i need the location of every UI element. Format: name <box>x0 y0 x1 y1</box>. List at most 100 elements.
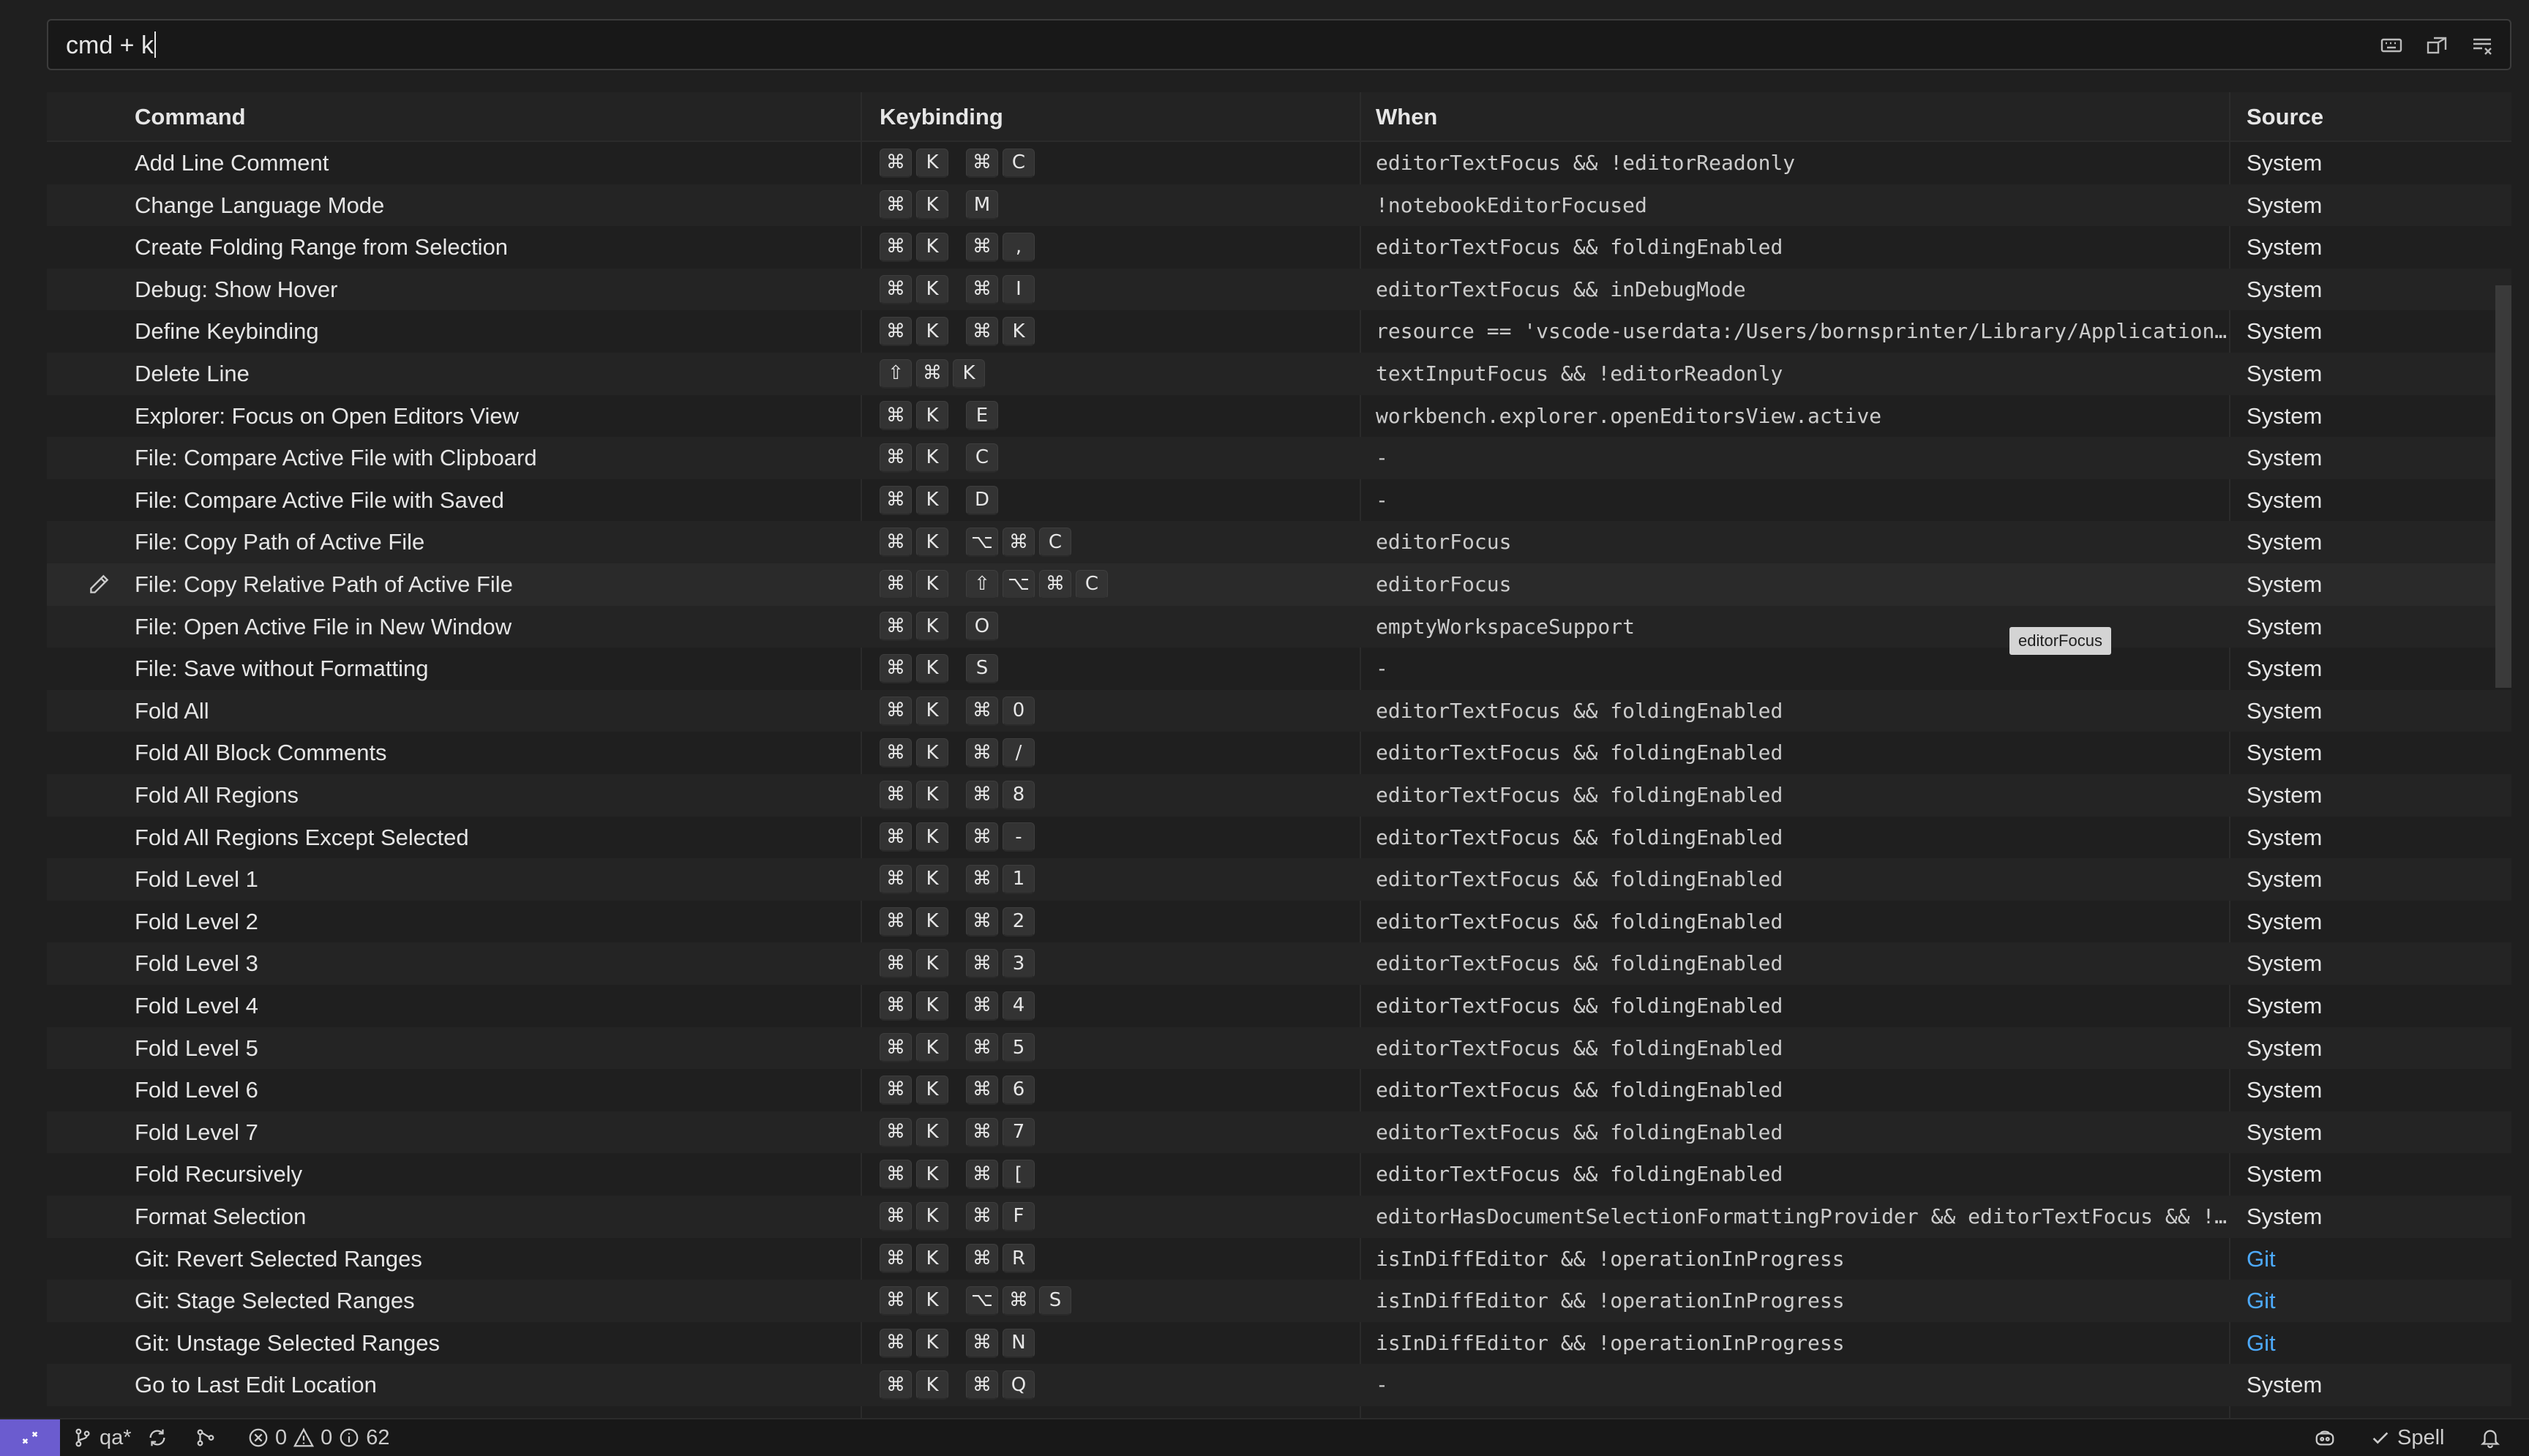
key-cap: ⌘ <box>916 359 948 389</box>
source-label: System <box>2247 908 2323 934</box>
key-cap: K <box>916 1328 948 1358</box>
table-row[interactable]: Git: Stage Selected Ranges ⌘ K ⌥ ⌘ SisInDiffE… <box>47 1280 2511 1322</box>
sync-icon[interactable] <box>146 1427 168 1449</box>
table-row[interactable]: Change Language Mode ⌘ K M !notebookEditorFo… <box>47 184 2511 227</box>
key-chord: ⌘ K <box>880 653 948 683</box>
key-chord: ⌘ K <box>880 528 948 558</box>
sort-by-precedence-icon[interactable] <box>2422 31 2451 60</box>
source-label: System <box>2247 1204 2323 1229</box>
column-header-when[interactable]: When <box>1376 102 1437 132</box>
scrollbar[interactable] <box>2495 142 2511 1418</box>
table-row[interactable]: Format Selection ⌘ K ⌘ FeditorHasDocumentSel… <box>47 1196 2511 1238</box>
table-row[interactable]: Fold Level 1 ⌘ K ⌘ 1 editorTextFocus && foldi… <box>47 858 2511 901</box>
table-row[interactable]: Git: Revert Selected Ranges ⌘ K ⌘ RisInDiffE… <box>47 1238 2511 1280</box>
column-header-keybinding[interactable]: Keybinding <box>880 102 1003 132</box>
keybinding-cell: ⌘ K ⌘ R <box>880 1238 1363 1280</box>
key-cap: ⌘ <box>880 991 912 1021</box>
keybinding-cell: ⌘ K ⌘ 1 <box>880 858 1363 901</box>
column-header-command[interactable]: Command <box>135 102 246 132</box>
key-chord: C <box>966 443 998 473</box>
key-chord: ⌘ 2 <box>966 907 1035 937</box>
table-row[interactable]: File: Copy Path of Active File ⌘ K ⌥ ⌘ Cedito… <box>47 521 2511 563</box>
table-row[interactable]: Explorer: Focus on Open Editors View ⌘ K Ew… <box>47 395 2511 438</box>
key-chord: ⌘, <box>966 232 1035 262</box>
record-keys-icon[interactable] <box>2377 31 2406 60</box>
key-cap: ⌘ <box>880 864 912 894</box>
key-cap: ⌘ <box>966 822 998 852</box>
key-cap: K <box>916 148 948 178</box>
key-chord: ⌘ K <box>880 148 948 178</box>
git-graph-status[interactable] <box>195 1419 217 1456</box>
table-row[interactable]: Create Folding Range from Selection ⌘ K ⌘, e… <box>47 226 2511 269</box>
table-row[interactable]: Fold All Regions ⌘ K ⌘ 8 editorTextFocus && f… <box>47 774 2511 817</box>
key-cap: ⌘ <box>880 1370 912 1400</box>
key-cap: D <box>966 485 998 515</box>
key-cap: ⌘ <box>880 907 912 937</box>
table-row[interactable]: Fold All Regions Except Selected ⌘ K ⌘ - edit… <box>47 817 2511 859</box>
table-row[interactable]: File: Compare Active File with Clipboard… <box>47 437 2511 479</box>
table-row[interactable]: Fold Level 7 ⌘ K ⌘ 7 editorTextFocus && foldi… <box>47 1111 2511 1154</box>
table-row[interactable]: File: Save without Formatting ⌘ K S - System <box>47 648 2511 690</box>
table-row[interactable]: Fold Recursively ⌘ K ⌘[editorTextFocus && f… <box>47 1153 2511 1196</box>
scrollbar-thumb[interactable] <box>2495 285 2511 688</box>
when-clause: - <box>1376 656 1388 681</box>
key-chord: ⌘ K <box>880 443 948 473</box>
key-cap: ⌘ <box>880 738 912 768</box>
key-chord: ⌘ K <box>880 274 948 304</box>
key-chord: ⌘ K <box>880 401 948 431</box>
spell-status[interactable]: Spell <box>2369 1419 2445 1456</box>
clear-filter-icon[interactable] <box>2468 31 2497 60</box>
keybinding-cell: ⌘ K ⌘, <box>880 226 1363 269</box>
table-row[interactable]: Fold All Block Comments ⌘ K ⌘ / editorTextFoc… <box>47 732 2511 774</box>
table-row[interactable]: Delete Line ⇧ ⌘ KtextInputFocus && !editorR… <box>47 353 2511 395</box>
key-chord: ⌘ 7 <box>966 1117 1035 1147</box>
key-chord: ⌘ K <box>880 485 948 515</box>
key-chord: ⌘ K <box>880 780 948 810</box>
remote-indicator[interactable] <box>0 1419 60 1456</box>
key-cap: ⇧ <box>880 359 912 389</box>
key-cap: ⌘ <box>880 1033 912 1063</box>
keybinding-cell: ⌘ K C <box>880 437 1363 479</box>
keybindings-search[interactable]: cmd + k <box>47 19 2511 70</box>
table-row[interactable]: Define Keybinding ⌘ K ⌘ Kresource == 'vscode… <box>47 310 2511 353</box>
status-bar: qa* 0 0 62 Spell <box>0 1418 2529 1456</box>
table-row[interactable]: Fold Level 6 ⌘ K ⌘ 6 editorTextFocus && foldi… <box>47 1069 2511 1111</box>
table-row[interactable]: Fold Level 5 ⌘ K ⌘ 5 editorTextFocus && foldi… <box>47 1027 2511 1070</box>
source-label[interactable]: Git <box>2247 1238 2495 1280</box>
edit-pencil-icon[interactable] <box>86 572 111 597</box>
table-row[interactable]: Go to Last Edit Location ⌘ K ⌘ Q - System <box>47 1364 2511 1406</box>
key-cap: ⌘ <box>966 1370 998 1400</box>
key-cap: I <box>1003 274 1035 304</box>
branch-status[interactable]: qa* <box>72 1419 168 1456</box>
command-label: File: Copy Path of Active File <box>135 529 425 555</box>
column-header-source[interactable]: Source <box>2247 102 2323 132</box>
table-row[interactable]: File: Copy Relative Path of Active File ⌘… <box>47 563 2511 606</box>
source-label[interactable]: Git <box>2247 1280 2495 1322</box>
key-cap: ⌘ <box>966 1244 998 1274</box>
table-row[interactable]: Add Line Comment ⌘ K ⌘ CeditorTextFocus && !… <box>47 142 2511 184</box>
key-chord: ⇧ ⌥ ⌘ C <box>966 569 1108 599</box>
table-row[interactable]: Fold Level 3 ⌘ K ⌘ 3 editorTextFocus && foldi… <box>47 942 2511 985</box>
key-chord: ⌘ K <box>880 696 948 726</box>
problems-status[interactable]: 0 0 62 <box>247 1419 390 1456</box>
table-row[interactable]: Debug: Show Hover ⌘ K ⌘ IeditorTextFocus && … <box>47 268 2511 311</box>
command-label: Delete Line <box>135 361 250 386</box>
table-row[interactable]: File: Compare Active File with Saved ⌘ K D -… <box>47 479 2511 522</box>
table-row[interactable]: Fold Level 2 ⌘ K ⌘ 2 editorTextFocus && foldi… <box>47 901 2511 943</box>
command-label: Git: Stage Selected Ranges <box>135 1288 415 1314</box>
table-row[interactable]: File: Open Active File in New Window ⌘ K Oe… <box>47 605 2511 648</box>
keybinding-cell: ⌘ K S <box>880 648 1363 690</box>
source-label: System <box>2247 656 2323 682</box>
table-row[interactable]: Fold Level 4 ⌘ K ⌘ 4 editorTextFocus && foldi… <box>47 985 2511 1027</box>
table-row[interactable]: Git: Unstage Selected Ranges ⌘ K ⌘ NisInDiff… <box>47 1322 2511 1365</box>
key-cap: ⌘ <box>966 780 998 810</box>
key-cap: N <box>1003 1328 1035 1358</box>
notifications-status[interactable] <box>2479 1419 2501 1456</box>
table-row[interactable]: Fold All ⌘ K ⌘ 0 editorTextFocus && foldingEn… <box>47 689 2511 732</box>
search-input[interactable]: cmd + k <box>66 31 154 59</box>
when-clause: - <box>1376 446 1388 470</box>
copilot-status[interactable] <box>2314 1419 2336 1456</box>
command-label: Fold All Regions Except Selected <box>135 824 469 850</box>
command-label: Fold Level 5 <box>135 1035 258 1061</box>
source-label[interactable]: Git <box>2247 1322 2495 1365</box>
